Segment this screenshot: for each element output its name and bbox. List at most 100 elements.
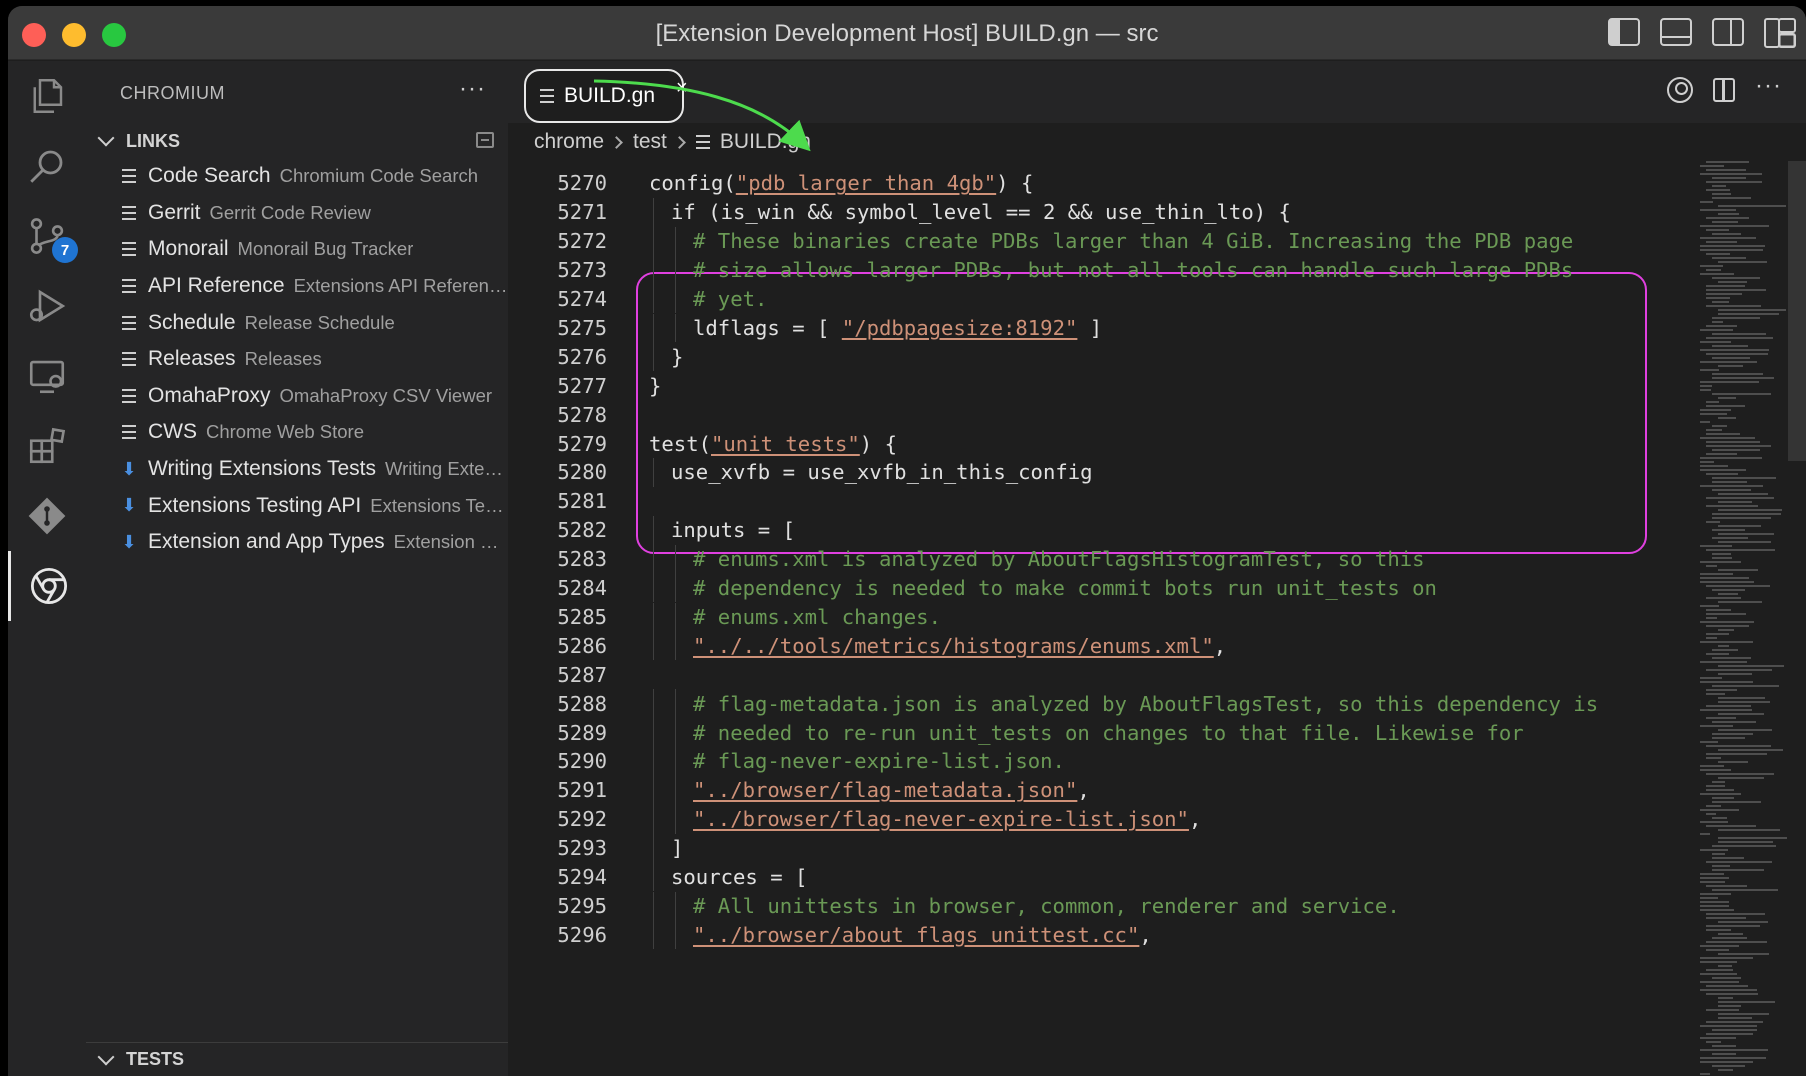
chromium-sidebar: CHROMIUM ··· LINKS Code Search Chromium C… — [86, 61, 508, 1076]
code-text: # dependency is needed to make commit bo… — [693, 576, 1437, 600]
code-text: } — [649, 374, 661, 398]
code-text: inputs = [ — [671, 518, 795, 542]
links-section-header[interactable]: LINKS — [86, 124, 508, 158]
extensions-icon[interactable] — [8, 411, 86, 481]
tab-bar: BUILD.gn × ··· — [508, 61, 1806, 123]
code-text: "../../tools/metrics/histograms/enums.xm… — [693, 634, 1226, 658]
chromium-icon[interactable] — [8, 551, 86, 621]
breadcrumb-item-chrome[interactable]: chrome — [534, 130, 604, 154]
code-text: # flag-metadata.json is analyzed by Abou… — [693, 692, 1598, 716]
code-line: 5279 test("unit_tests") { — [508, 429, 1696, 458]
lines-icon — [120, 242, 138, 257]
code-comment: # All unittests in browser, common, rend… — [693, 893, 1400, 918]
line-number: 5275 — [557, 315, 607, 340]
code-text: "../browser/flag-metadata.json", — [693, 778, 1090, 802]
line-number: 5289 — [557, 720, 607, 745]
download-icon: ⬇ — [121, 531, 137, 552]
line-number: 5287 — [557, 662, 607, 687]
chevron-down-icon — [97, 129, 115, 147]
line-number: 5273 — [557, 258, 607, 283]
code-line: 5276} — [508, 342, 1696, 372]
code-text: # These binaries create PDBs larger than… — [693, 229, 1573, 253]
code-text: } — [671, 345, 683, 369]
tests-section-header[interactable]: TESTS — [86, 1042, 508, 1076]
vertical-scrollbar[interactable] — [1788, 161, 1806, 461]
code-text: "../browser/about_flags_unittest.cc", — [693, 923, 1152, 947]
collapse-all-icon[interactable] — [476, 132, 494, 148]
download-icon: ⬇ — [121, 495, 137, 516]
code-token: ) { — [996, 171, 1034, 196]
source-control-icon[interactable]: 7 — [8, 201, 86, 271]
tab-label: BUILD.gn — [564, 84, 656, 107]
link-description: Gerrit Code Review — [209, 201, 371, 223]
code-editor[interactable]: 5270 config("pdb_larger_than_4gb") {5271 i… — [508, 169, 1696, 1076]
code-line: 5288 # flag-metadata.json is analyzed by … — [508, 689, 1696, 719]
chevron-right-icon — [610, 135, 623, 149]
lines-icon — [120, 425, 138, 440]
sidebar-link-releases[interactable]: Releases Releases — [86, 341, 508, 378]
code-text: test("unit_tests") { — [649, 432, 897, 456]
code-comment: # flag-never-expire-list.json. — [693, 749, 1065, 774]
breadcrumb-item-test[interactable]: test — [633, 130, 667, 154]
code-line: 5272 # These binaries create PDBs larger … — [508, 226, 1696, 256]
code-line: 5296 "../browser/about_flags_unittest.cc"… — [508, 920, 1696, 950]
breadcrumb-item-file[interactable]: BUILD.gn — [720, 130, 811, 154]
link-description: Chromium Code Search — [279, 165, 479, 187]
git-icon[interactable] — [8, 481, 86, 551]
toggle-panel-icon[interactable] — [1660, 18, 1692, 46]
link-description: Releases — [244, 348, 322, 370]
sidebar-link-schedule[interactable]: Schedule Release Schedule — [86, 304, 508, 341]
code-line: 5285 # enums.xml changes. — [508, 602, 1696, 632]
minimap[interactable] — [1696, 161, 1788, 1076]
link-name: Monorail — [148, 237, 229, 261]
tab-build-gn[interactable]: BUILD.gn — [524, 69, 684, 123]
sidebar-link-api-reference[interactable]: API Reference Extensions API Reference — [86, 268, 508, 305]
sidebar-link-extensions-testing-api[interactable]: ⬇ Extensions Testing API Extensions Testin… — [86, 487, 508, 524]
code-string: "/pdbpagesize:8192" — [841, 315, 1078, 340]
code-comment: # needed to re-run unit_tests on changes… — [693, 720, 1524, 745]
link-description: Extensions API Reference — [293, 275, 508, 297]
editor-more-button[interactable]: ··· — [1755, 72, 1782, 100]
code-line: 5287 — [508, 660, 1696, 689]
link-description: Extensions Testing API — [370, 494, 508, 516]
sidebar-link-code-search[interactable]: Code Search Chromium Code Search — [86, 158, 508, 195]
line-number: 5291 — [557, 778, 607, 803]
code-line: 5283 # enums.xml is analyzed by AboutFlag… — [508, 544, 1696, 574]
sidebar-more-button[interactable]: ··· — [459, 75, 486, 103]
download-icon: ⬇ — [121, 458, 137, 479]
link-name: Extension and App Types — [148, 530, 385, 554]
code-line: 5280 use_xvfb = use_xvfb_in_this_config — [508, 458, 1696, 487]
remote-explorer-icon[interactable] — [8, 341, 86, 411]
tab-close-icon[interactable]: × — [676, 77, 688, 100]
account-icon[interactable] — [1667, 77, 1694, 103]
line-number: 5272 — [557, 229, 607, 254]
code-token: config( — [649, 171, 736, 196]
sidebar-link-gerrit[interactable]: Gerrit Gerrit Code Review — [86, 195, 508, 232]
run-debug-icon[interactable] — [8, 271, 86, 341]
split-editor-icon[interactable] — [1713, 78, 1736, 102]
code-line: 5281 — [508, 487, 1696, 516]
sidebar-link-omahaproxy[interactable]: OmahaProxy OmahaProxy CSV Viewer — [86, 378, 508, 415]
customize-layout-icon[interactable] — [1764, 18, 1796, 48]
toggle-secondary-sidebar-icon[interactable] — [1712, 18, 1744, 46]
link-description: Extension and App Types — [393, 531, 508, 553]
code-text: # enums.xml changes. — [693, 605, 941, 629]
link-name: API Reference — [148, 274, 285, 298]
sidebar-link-cws[interactable]: CWS Chrome Web Store — [86, 414, 508, 451]
code-string: "../../tools/metrics/histograms/enums.xm… — [693, 633, 1214, 658]
explorer-icon[interactable] — [8, 61, 86, 131]
code-string: "pdb_larger_than_4gb" — [735, 171, 997, 196]
sidebar-link-monorail[interactable]: Monorail Monorail Bug Tracker — [86, 231, 508, 268]
search-icon[interactable] — [8, 131, 86, 201]
link-description: Writing Extensions Tests — [385, 458, 508, 480]
code-token: inputs = [ — [671, 518, 795, 543]
line-number: 5294 — [557, 865, 607, 890]
sidebar-link-writing-extensions-tests[interactable]: ⬇ Writing Extensions Tests Writing Extensi… — [86, 451, 508, 488]
code-token: , — [1077, 778, 1090, 803]
line-number: 5280 — [557, 460, 607, 485]
chevron-right-icon — [673, 135, 686, 149]
tests-section-label: TESTS — [126, 1049, 185, 1069]
toggle-primary-sidebar-icon[interactable] — [1608, 18, 1640, 46]
link-description: OmahaProxy CSV Viewer — [279, 384, 493, 406]
sidebar-link-extension-and-app-types[interactable]: ⬇ Extension and App Types Extension and Ap… — [86, 524, 508, 561]
